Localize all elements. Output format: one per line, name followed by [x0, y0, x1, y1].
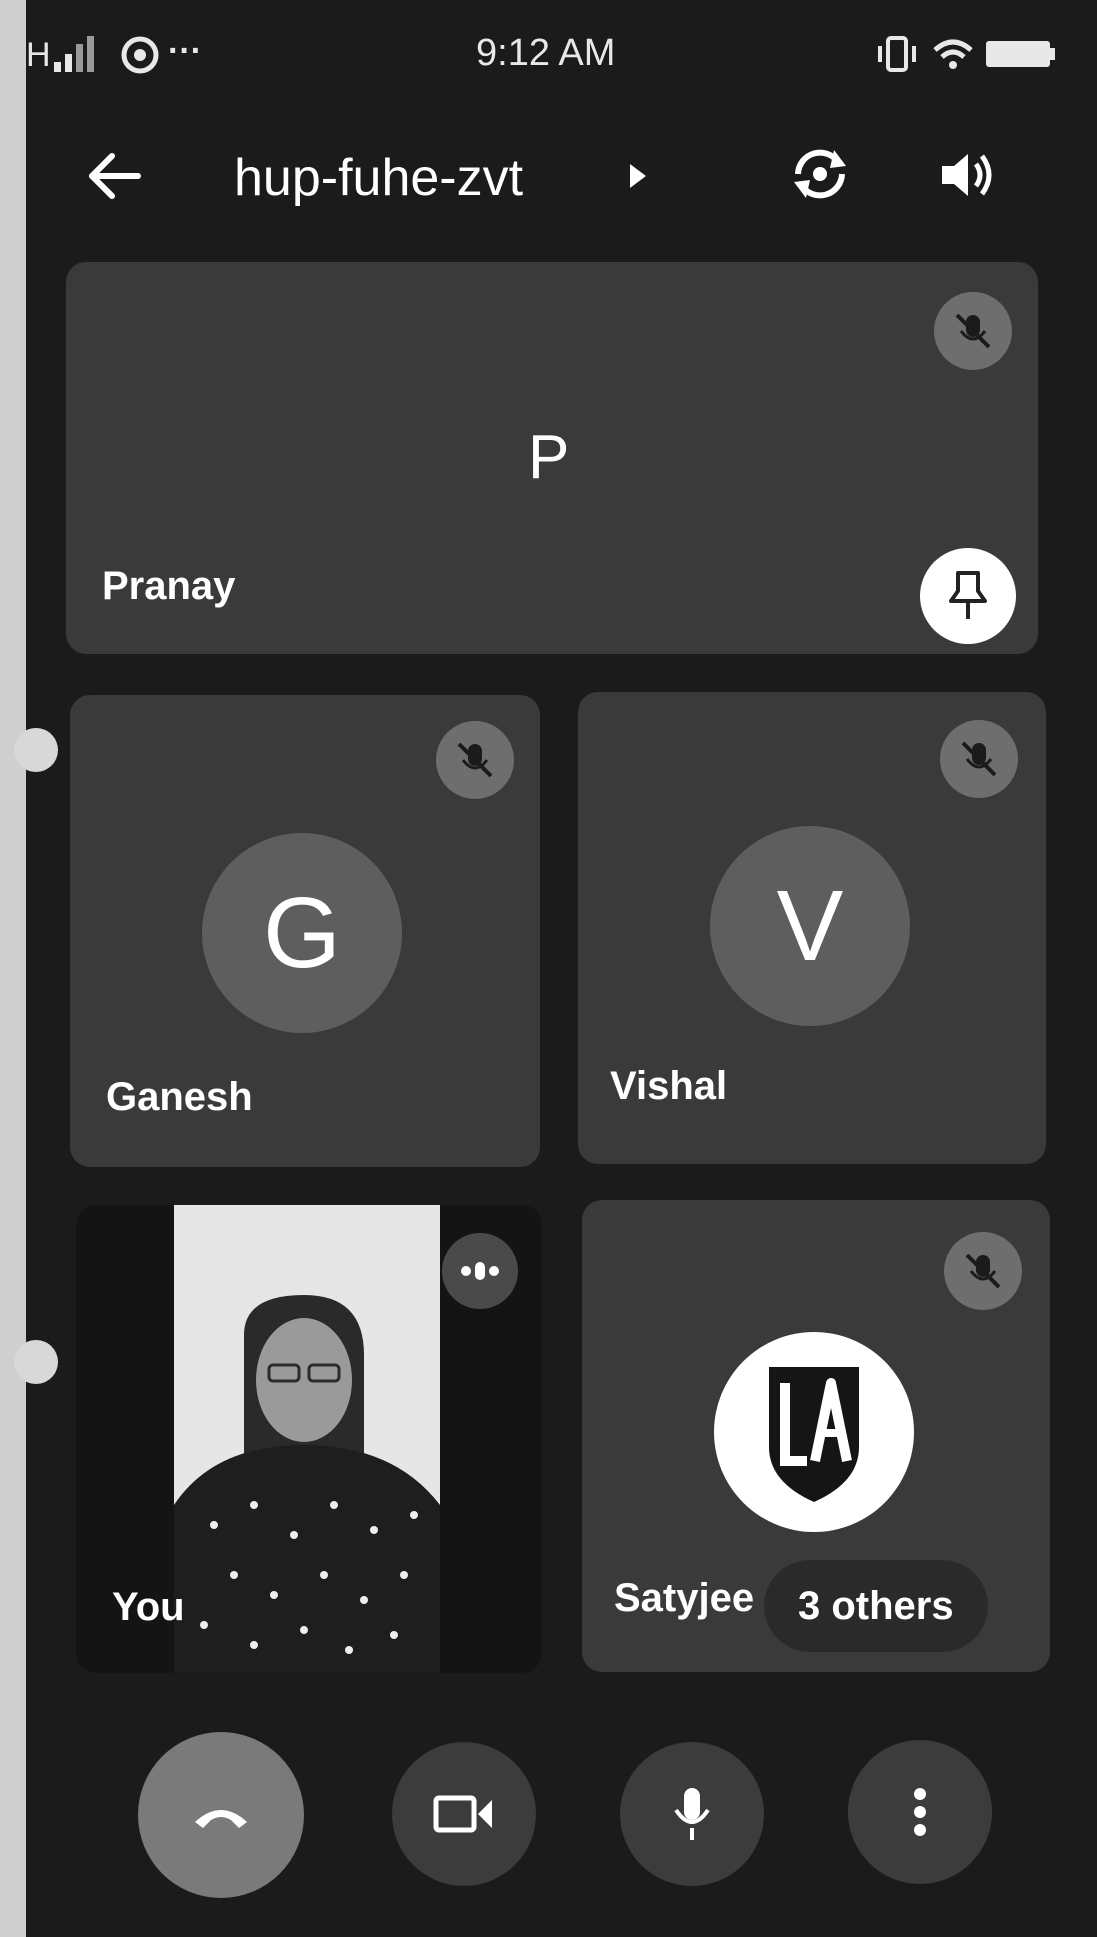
status-time: 9:12 AM	[476, 32, 616, 74]
participant-initial: P	[528, 423, 570, 492]
participant-name: You	[112, 1585, 185, 1629]
video-camera-icon	[433, 1795, 492, 1833]
self-view-tile[interactable]: You	[76, 1205, 542, 1673]
signal-icon	[54, 36, 94, 72]
mic-off-icon	[940, 720, 1018, 798]
battery-icon	[986, 41, 1055, 67]
punch-hole	[14, 728, 58, 772]
more-options-button[interactable]	[848, 1740, 992, 1884]
speaker-icon[interactable]	[938, 148, 998, 202]
more-vertical-icon	[914, 1788, 926, 1836]
participant-tile-pranay[interactable]: P Pranay	[66, 262, 1038, 654]
speaking-indicator-icon	[442, 1233, 518, 1309]
end-call-button[interactable]	[138, 1732, 304, 1898]
back-arrow-icon[interactable]	[86, 148, 142, 204]
camera-toggle-button[interactable]	[392, 1742, 536, 1886]
microphone-icon	[674, 1788, 710, 1840]
participant-tile-vishal[interactable]: V Vishal	[578, 692, 1046, 1164]
la-shield-logo-icon	[714, 1332, 914, 1532]
self-video-feed	[174, 1205, 440, 1673]
pin-icon[interactable]	[920, 548, 1016, 644]
mic-off-icon	[436, 721, 514, 799]
participant-name: Ganesh	[106, 1075, 253, 1119]
switch-camera-icon[interactable]	[788, 144, 852, 204]
punch-hole	[14, 1340, 58, 1384]
meet-call-screen: H ··· 9:12 AM hup-fuhe-zvt P Pranay G Ga…	[0, 0, 1097, 1937]
phone-hangup-icon	[195, 1810, 247, 1828]
meeting-header: hup-fuhe-zvt	[26, 130, 1076, 220]
mic-off-icon	[934, 292, 1012, 370]
participant-name: Satyjee	[614, 1576, 755, 1620]
mic-off-icon	[944, 1232, 1022, 1310]
paper-margin	[0, 0, 26, 1937]
others-count-badge[interactable]: 3 others	[764, 1560, 988, 1652]
wifi-icon	[933, 39, 973, 69]
participant-name: Pranay	[102, 564, 236, 608]
vibrate-icon	[878, 36, 916, 72]
avatar-initial: V	[776, 869, 844, 982]
microphone-toggle-button[interactable]	[620, 1742, 764, 1886]
self-video-frame	[174, 1205, 440, 1673]
participant-name: Vishal	[610, 1064, 728, 1108]
chevron-right-icon[interactable]	[626, 160, 650, 192]
avatar: G	[202, 833, 402, 1033]
participant-tile-ganesh[interactable]: G Ganesh	[70, 695, 540, 1167]
more-notifications-label: ···	[168, 32, 202, 70]
avatar-initial: G	[263, 876, 341, 989]
others-count-label: 3 others	[798, 1583, 954, 1628]
avatar: V	[710, 826, 910, 1026]
meeting-code-title[interactable]: hup-fuhe-zvt	[234, 148, 523, 208]
chrome-icon	[121, 36, 159, 74]
network-type-label: H	[26, 36, 51, 74]
participant-tile-satyjee[interactable]: Satyjee 3 others	[582, 1200, 1050, 1672]
status-bar: H ··· 9:12 AM	[26, 30, 1076, 80]
